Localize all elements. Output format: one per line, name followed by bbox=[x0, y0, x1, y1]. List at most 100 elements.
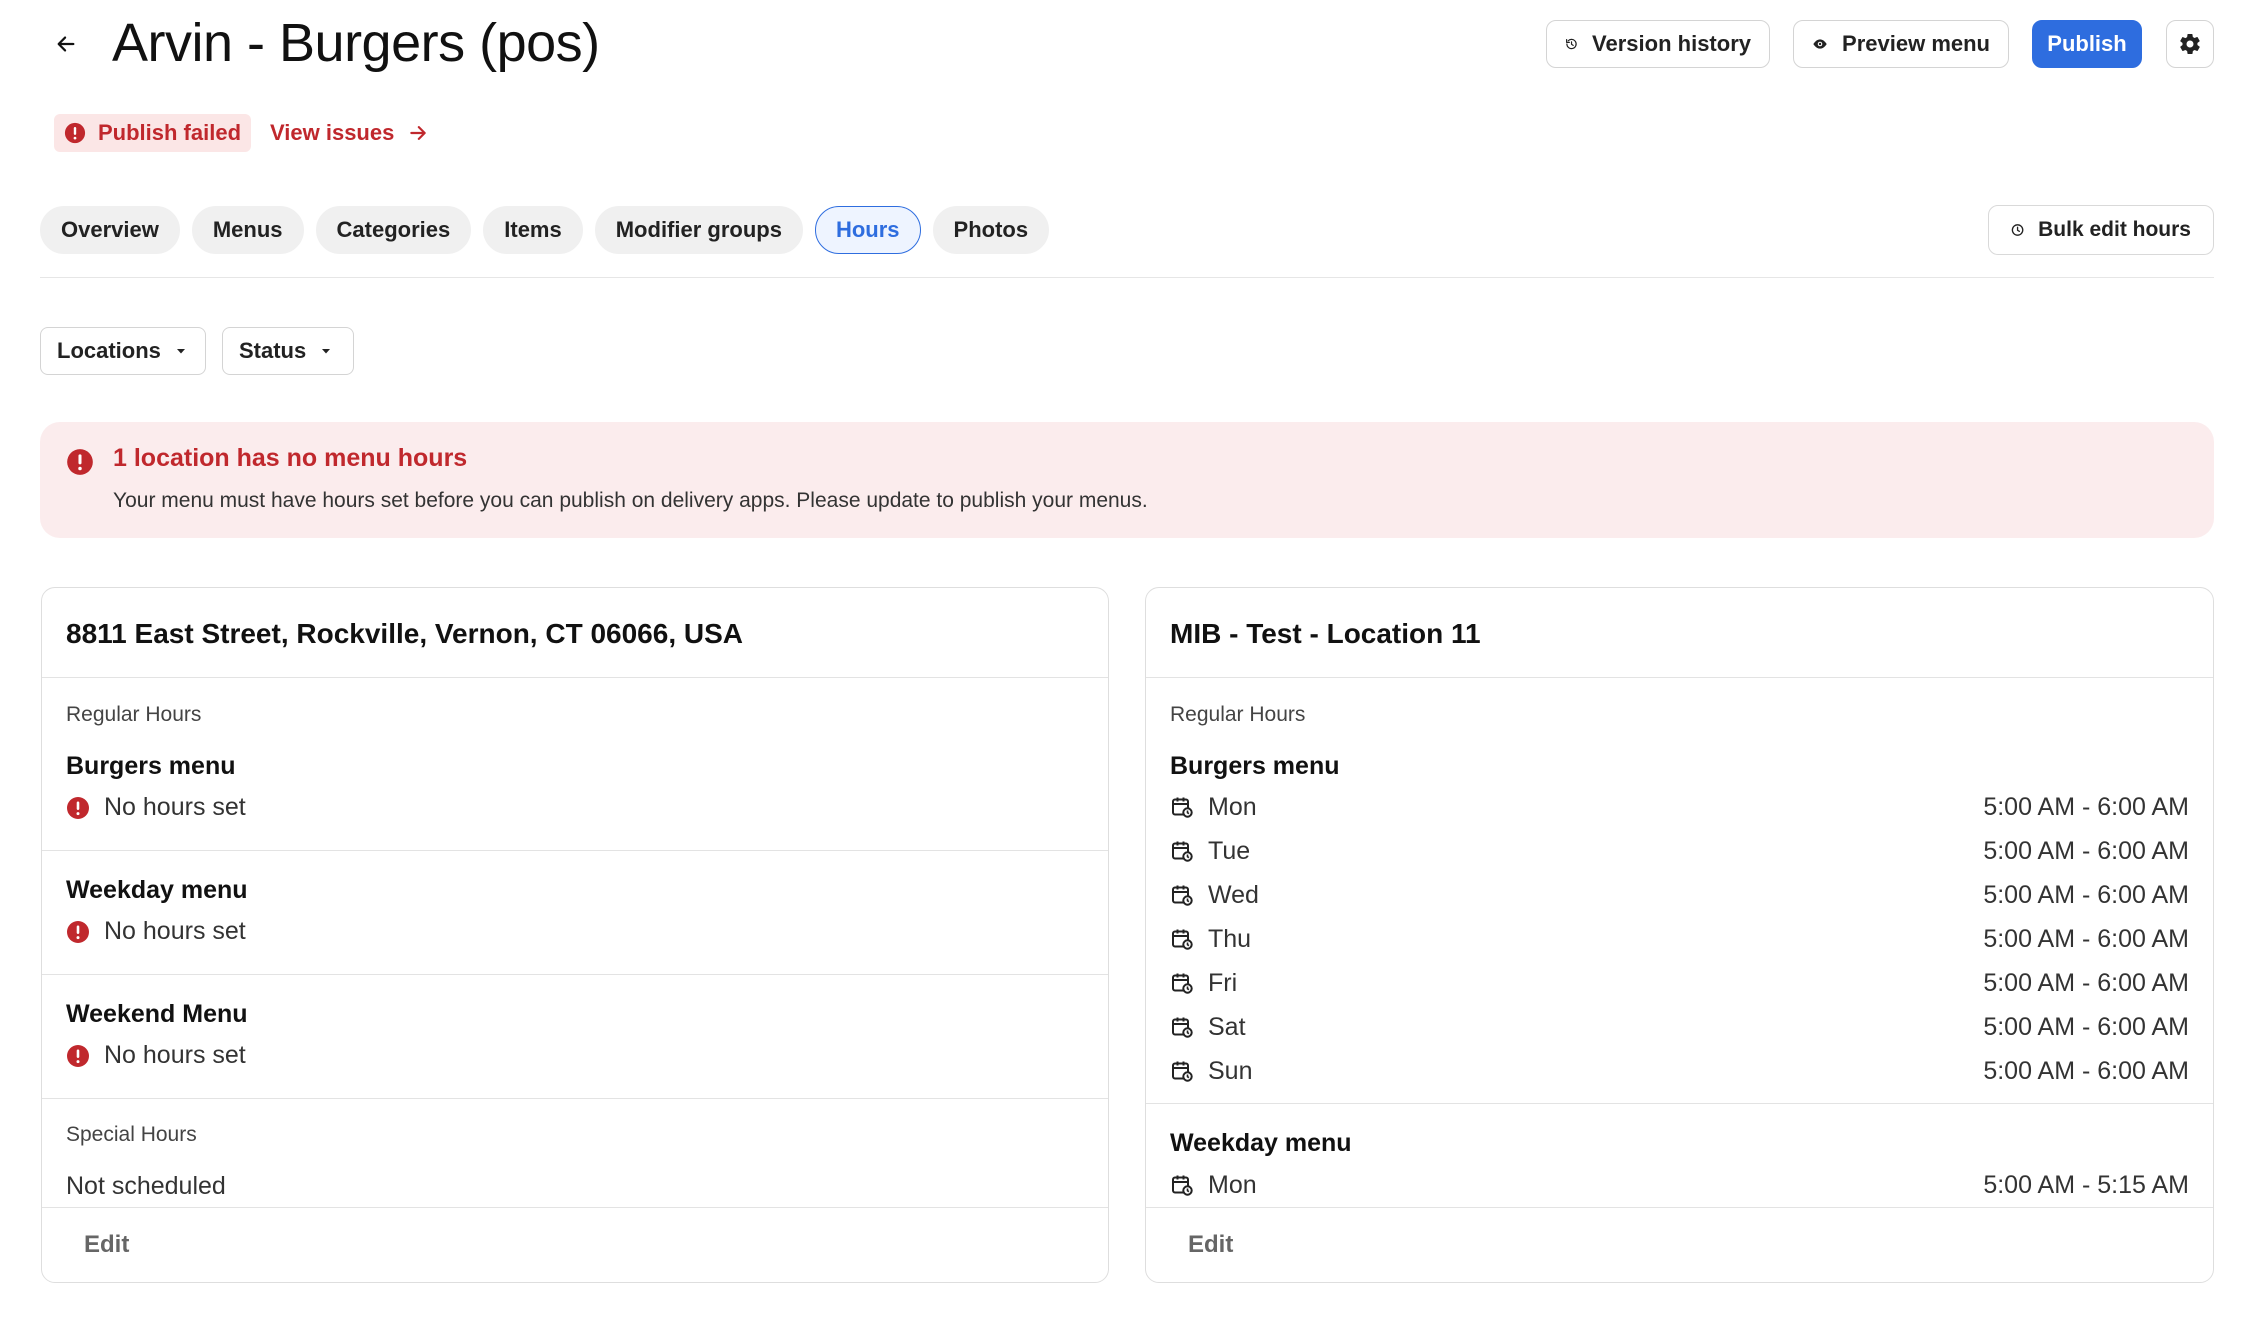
hours-row: Mon 5:00 AM - 5:15 AM bbox=[1170, 1168, 2189, 1202]
hours-row: Tue 5:00 AM - 6:00 AM bbox=[1170, 834, 2189, 868]
day-label: Mon bbox=[1208, 792, 1257, 821]
error-icon bbox=[64, 122, 86, 144]
menu-name: Weekend Menu bbox=[66, 1000, 248, 1028]
tab-overview[interactable]: Overview bbox=[40, 206, 180, 254]
day-label: Thu bbox=[1208, 924, 1252, 953]
calendar-clock-icon bbox=[1172, 1175, 1193, 1196]
hours-range: 5:00 AM - 5:15 AM bbox=[1983, 1170, 2189, 1199]
settings-button[interactable] bbox=[2166, 20, 2214, 68]
caret-down-icon bbox=[322, 349, 331, 354]
edit-button[interactable]: Edit bbox=[1188, 1231, 1233, 1259]
publish-button[interactable]: Publish bbox=[2032, 20, 2142, 68]
card-divider bbox=[42, 677, 1108, 678]
publish-failed-label: Publish failed bbox=[98, 120, 242, 145]
regular-hours-label: Regular Hours bbox=[1170, 703, 1306, 726]
bulk-edit-hours-button[interactable]: Bulk edit hours bbox=[1988, 205, 2214, 255]
no-hours-label: No hours set bbox=[104, 1041, 246, 1069]
no-hours-alert bbox=[40, 422, 2214, 538]
menu-name: Weekday menu bbox=[1170, 1129, 1352, 1157]
tab-photos[interactable]: Photos bbox=[932, 206, 1050, 254]
view-issues-link[interactable]: View issues bbox=[270, 114, 428, 152]
bulk-edit-hours-label: Bulk edit hours bbox=[2038, 218, 2191, 241]
caret-down-icon bbox=[176, 349, 185, 354]
menu-name: Weekday menu bbox=[66, 876, 248, 904]
no-hours-label: No hours set bbox=[104, 917, 246, 945]
gear-icon bbox=[2180, 33, 2200, 55]
hours-row: Wed 5:00 AM - 6:00 AM bbox=[1170, 878, 2189, 912]
hours-range: 5:00 AM - 6:00 AM bbox=[1983, 924, 2189, 953]
menu-name: Burgers menu bbox=[66, 752, 236, 780]
no-hours-status: No hours set bbox=[66, 1041, 246, 1070]
hours-range: 5:00 AM - 6:00 AM bbox=[1983, 836, 2189, 865]
preview-menu-label: Preview menu bbox=[1842, 31, 1990, 56]
locations-filter-label: Locations bbox=[57, 338, 161, 363]
hours-range: 5:00 AM - 6:00 AM bbox=[1983, 880, 2189, 909]
tab-bar: Overview Menus Categories Items Modifier… bbox=[40, 206, 1050, 254]
tab-categories[interactable]: Categories bbox=[315, 206, 472, 254]
regular-hours-label: Regular Hours bbox=[66, 703, 202, 726]
arrow-left-icon bbox=[57, 36, 75, 52]
location-title: 8811 East Street, Rockville, Vernon, CT … bbox=[66, 618, 743, 649]
tabs-divider bbox=[40, 277, 2214, 278]
day-label: Sat bbox=[1208, 1012, 1246, 1041]
tab-hours[interactable]: Hours bbox=[814, 206, 921, 254]
version-history-button[interactable]: Version history bbox=[1546, 20, 1770, 68]
location-card: MIB - Test - Location 11 Regular Hours B… bbox=[1145, 587, 2214, 1283]
no-hours-status: No hours set bbox=[66, 917, 246, 946]
back-button[interactable] bbox=[46, 24, 86, 64]
calendar-clock-icon bbox=[1172, 973, 1193, 994]
error-icon bbox=[67, 1044, 89, 1067]
day-label: Tue bbox=[1208, 836, 1251, 865]
error-icon bbox=[67, 920, 89, 943]
publish-label: Publish bbox=[2047, 31, 2127, 56]
card-divider bbox=[42, 1207, 1108, 1208]
preview-menu-button[interactable]: Preview menu bbox=[1793, 20, 2009, 68]
card-divider bbox=[42, 974, 1108, 975]
calendar-clock-icon bbox=[1172, 841, 1193, 862]
location-card: 8811 East Street, Rockville, Vernon, CT … bbox=[41, 587, 1109, 1283]
card-divider bbox=[1146, 1103, 2213, 1104]
hours-row: Mon 5:00 AM - 6:00 AM bbox=[1170, 790, 2189, 824]
special-hours-label: Special Hours bbox=[66, 1123, 197, 1146]
day-label: Sun bbox=[1208, 1056, 1253, 1085]
edit-button[interactable]: Edit bbox=[84, 1231, 129, 1259]
hours-row: Thu 5:00 AM - 6:00 AM bbox=[1170, 922, 2189, 956]
card-divider bbox=[42, 850, 1108, 851]
card-divider bbox=[42, 1098, 1108, 1099]
card-divider bbox=[1146, 677, 2213, 678]
calendar-clock-icon bbox=[1172, 885, 1193, 906]
history-icon bbox=[1566, 38, 1577, 50]
locations-filter[interactable]: Locations bbox=[40, 327, 206, 375]
no-hours-status: No hours set bbox=[66, 793, 246, 822]
calendar-clock-icon bbox=[1172, 929, 1193, 950]
calendar-clock-icon bbox=[1172, 1017, 1193, 1038]
hours-range: 5:00 AM - 6:00 AM bbox=[1983, 792, 2189, 821]
location-title: MIB - Test - Location 11 bbox=[1170, 618, 1481, 649]
error-icon bbox=[67, 449, 93, 475]
special-hours-value: Not scheduled bbox=[66, 1172, 226, 1200]
no-hours-label: No hours set bbox=[104, 793, 246, 821]
error-icon bbox=[67, 796, 89, 819]
status-filter-label: Status bbox=[239, 338, 307, 363]
status-filter[interactable]: Status bbox=[222, 327, 354, 375]
menu-name: Burgers menu bbox=[1170, 752, 1340, 780]
card-divider bbox=[1146, 1207, 2213, 1208]
hours-row: Sun 5:00 AM - 6:00 AM bbox=[1170, 1054, 2189, 1088]
clock-icon bbox=[2011, 224, 2024, 236]
day-label: Wed bbox=[1208, 880, 1259, 909]
tab-modifier-groups[interactable]: Modifier groups bbox=[594, 206, 803, 254]
calendar-clock-icon bbox=[1172, 797, 1193, 818]
alert-title: 1 location has no menu hours bbox=[113, 444, 468, 472]
hours-range: 5:00 AM - 6:00 AM bbox=[1983, 1012, 2189, 1041]
version-history-label: Version history bbox=[1592, 31, 1751, 56]
view-issues-label: View issues bbox=[270, 120, 395, 145]
eye-icon bbox=[1813, 39, 1827, 49]
calendar-clock-icon bbox=[1172, 1061, 1193, 1082]
tab-items[interactable]: Items bbox=[483, 206, 583, 254]
tab-menus[interactable]: Menus bbox=[191, 206, 304, 254]
publish-failed-badge: Publish failed bbox=[54, 114, 252, 152]
hours-row: Sat 5:00 AM - 6:00 AM bbox=[1170, 1010, 2189, 1044]
hours-range: 5:00 AM - 6:00 AM bbox=[1983, 1056, 2189, 1085]
hours-range: 5:00 AM - 6:00 AM bbox=[1983, 968, 2189, 997]
alert-message: Your menu must have hours set before you… bbox=[113, 489, 1148, 512]
